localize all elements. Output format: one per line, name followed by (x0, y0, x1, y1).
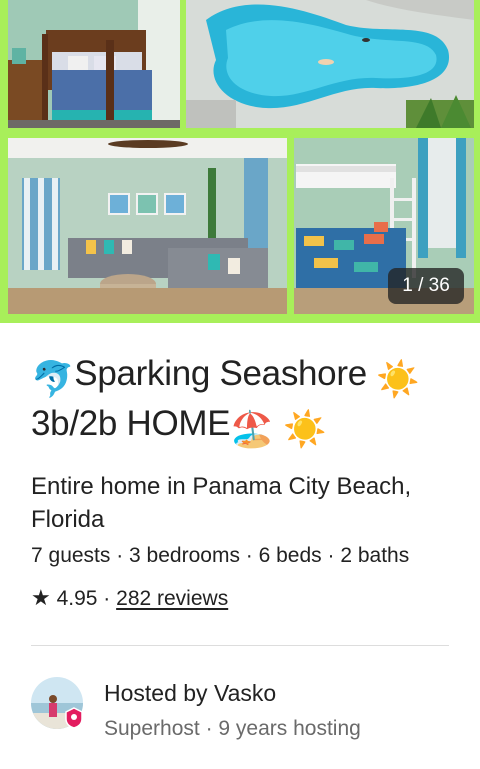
sun-emoji-2: ☀️ (283, 410, 327, 449)
section-divider (31, 645, 449, 646)
bedroom-image (8, 0, 180, 128)
photo-pool[interactable] (186, 0, 474, 128)
sun-emoji: ☀️ (376, 360, 420, 399)
pool-image (186, 0, 474, 128)
photo-living-room[interactable] (8, 138, 287, 314)
dolphin-emoji: 🐬 (31, 360, 75, 399)
reviews-link[interactable]: 282 reviews (116, 587, 228, 610)
beach-umbrella-emoji: 🏖️ (230, 410, 274, 449)
living-room-image (8, 138, 287, 314)
listing-subtitle: Entire home in Panama City Beach, Florid… (31, 473, 412, 533)
star-icon: ★ (31, 585, 51, 610)
photo-counter[interactable]: 1 / 36 (388, 268, 464, 304)
photo-bedroom[interactable] (8, 0, 180, 128)
rating-score: 4.95 (56, 587, 98, 610)
host-meta: Superhost · 9 years hosting (104, 717, 361, 740)
photo-gallery[interactable]: 1 / 36 (0, 0, 480, 323)
superhost-badge-icon (65, 707, 83, 729)
rating-separator: · (103, 587, 111, 610)
title-line2-text: 3b/2b HOME (31, 404, 231, 443)
listing-details: 7 guests · 3 bedrooms · 6 beds · 2 baths (31, 544, 410, 567)
listing-title: 🐬Sparking Seashore ☀️ 3b/2b HOME🏖️ ☀️ (31, 352, 461, 452)
title-line1-text: Sparking Seashore (74, 354, 367, 393)
hosted-by-label: Hosted by Vasko (104, 680, 277, 706)
rating-row: ★ 4.95 · 282 reviews (31, 584, 228, 613)
